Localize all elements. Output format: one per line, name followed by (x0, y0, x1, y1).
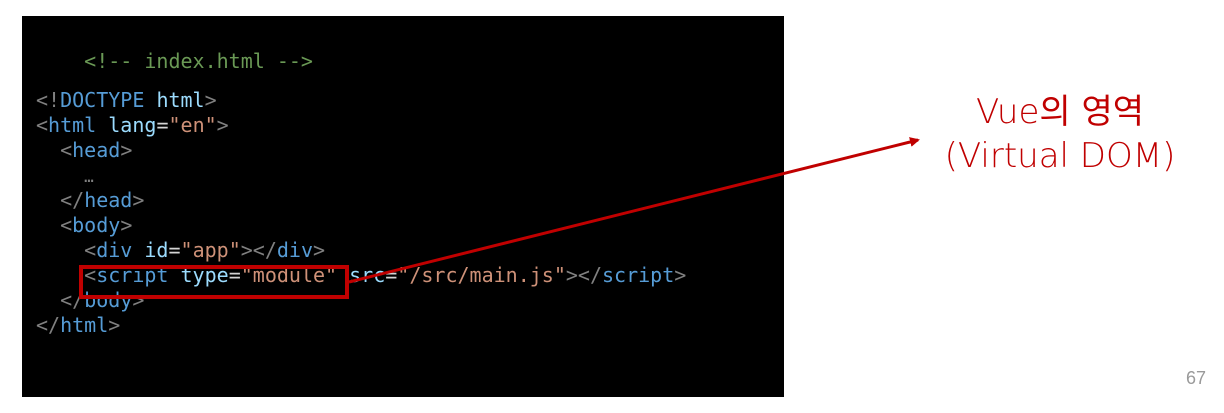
code-line-head-close: </head> (60, 188, 145, 212)
ellipsis: … (84, 167, 94, 186)
app-id-value: "app" (180, 238, 241, 262)
code-line-doctype: <!DOCTYPE html> (36, 88, 217, 112)
callout-subtitle: (Virtual DOM) (944, 136, 1176, 176)
html-comment: <!-- index.html --> (84, 49, 313, 73)
lang-value: "en" (168, 113, 217, 137)
code-line-html-close: </html> (36, 313, 121, 337)
code-line-head-open: <head> (60, 138, 133, 162)
code-line-div-app: <div id="app"></div> (84, 238, 326, 262)
page-number: 67 (1185, 368, 1206, 388)
script-src-value: "/src/main.js" (397, 263, 566, 287)
vue-area-callout: Vue의 영역 (Virtual DOM) (940, 90, 1180, 178)
callout-title: Vue의 영역 (975, 92, 1145, 132)
code-line-html-open: <html lang="en"> (36, 113, 229, 137)
code-panel: <!-- index.html --> <!DOCTYPE html> <htm… (22, 16, 784, 397)
app-div-highlight-box (79, 265, 349, 299)
code-line-body-open: <body> (60, 213, 133, 237)
code-line-comment: <!-- index.html --> (36, 24, 313, 73)
code-line-ellipsis: … (36, 163, 94, 188)
